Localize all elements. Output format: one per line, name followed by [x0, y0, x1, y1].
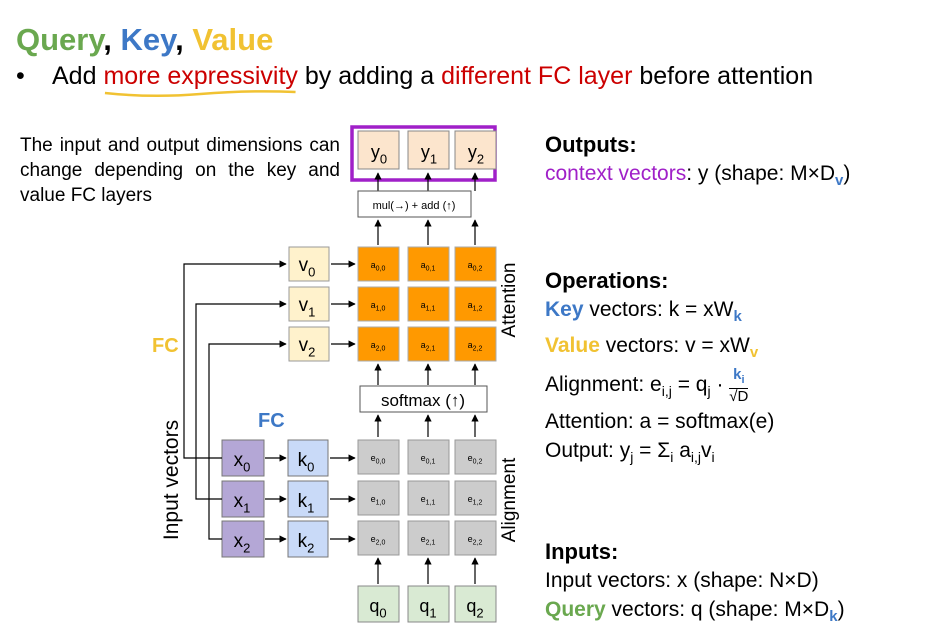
alignment-cell — [357, 480, 400, 516]
attention-diagram: y0 y1 y2mul(→) + add (↑)a0,0 a0,1 a0,2a1,0 a1… — [152, 125, 520, 623]
attention-cell — [357, 286, 400, 322]
attention-cell — [407, 246, 450, 282]
attention-cell — [357, 246, 400, 282]
attention-cell — [407, 326, 450, 362]
softmax-label: softmax (↑) — [381, 391, 465, 410]
slide: Query, Key, Value • Add more expressivity… — [0, 0, 945, 637]
fc-key-label: FC — [258, 410, 285, 432]
mul-add-label: mul(→) + add (↑) — [373, 200, 456, 212]
attention-cell — [407, 286, 450, 322]
attention-cell — [357, 326, 400, 362]
input-vectors-label: Input vectors — [160, 420, 183, 540]
attention-cell — [454, 246, 497, 282]
attention-cell — [454, 326, 497, 362]
alignment-label: Alignment — [499, 457, 520, 542]
fc-value-label: FC — [152, 335, 179, 357]
alignment-cell — [407, 480, 450, 516]
attention-cell — [454, 286, 497, 322]
alignment-cell — [357, 520, 400, 556]
alignment-cell — [454, 439, 497, 475]
alignment-cell — [357, 439, 400, 475]
alignment-cell — [407, 520, 450, 556]
attention-label: Attention — [499, 263, 520, 338]
alignment-cell — [407, 439, 450, 475]
alignment-cell — [454, 520, 497, 556]
alignment-cell — [454, 480, 497, 516]
